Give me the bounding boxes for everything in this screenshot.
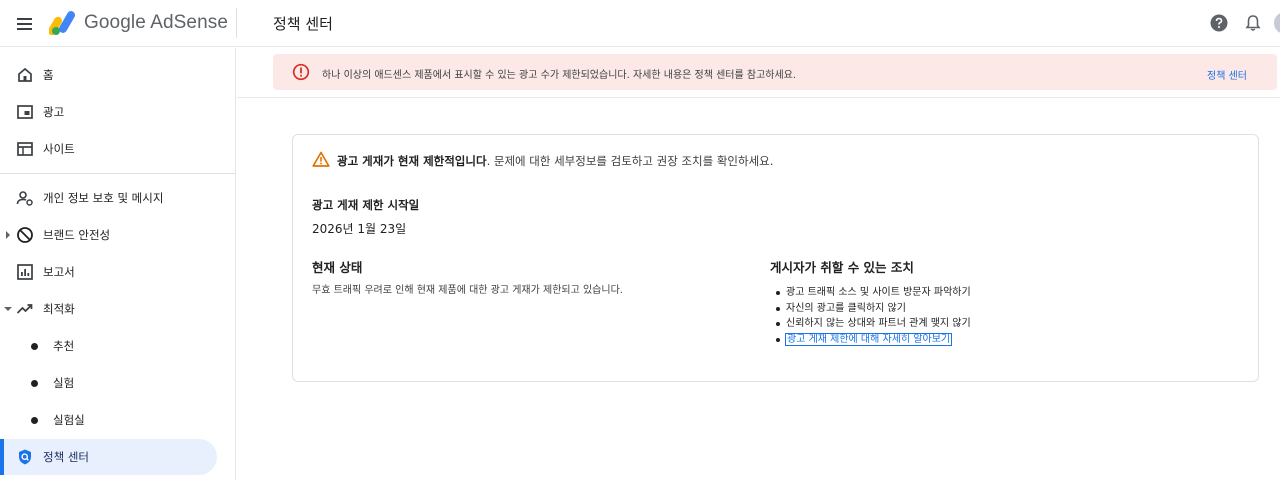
sidebar-item-ads[interactable]: 광고 — [0, 94, 217, 130]
restriction-start-date: 2026년 1월 23일 — [312, 222, 407, 236]
privacy-icon — [16, 191, 33, 206]
sidebar: 홈 광고 사이트 개인 정보 보호 및 메시지 브랜드 안전성 보고서 최적화 … — [0, 48, 236, 480]
sidebar-item-experiments[interactable]: 실험 — [0, 365, 217, 401]
sidebar-item-labs[interactable]: 실험실 — [0, 402, 217, 438]
expand-caret-icon[interactable] — [6, 231, 10, 239]
list-item: 광고 트래픽 소스 및 사이트 방문자 파악하기 — [776, 285, 971, 301]
publisher-actions-title: 게시자가 취할 수 있는 조치 — [770, 260, 914, 275]
restriction-start-label: 광고 게재 제한 시작일 — [312, 198, 420, 212]
block-icon — [17, 227, 33, 243]
list-item: 광고 게재 제한에 대해 자세히 알아보기 — [776, 332, 971, 348]
status-headline-rest: . 문제에 대한 세부정보를 검토하고 권장 조치를 확인하세요. — [486, 154, 774, 168]
sidebar-item-recommendations[interactable]: 추천 — [0, 328, 217, 364]
avatar[interactable] — [1274, 12, 1280, 34]
bullet-icon — [31, 343, 38, 350]
sites-icon — [17, 142, 33, 156]
home-icon — [18, 67, 32, 82]
menu-icon[interactable] — [13, 12, 37, 36]
alert-message: 하나 이상의 애드센스 제품에서 표시할 수 있는 광고 수가 제한되었습니다.… — [322, 70, 797, 81]
page-title: 정책 센터 — [273, 15, 333, 33]
publisher-actions-list: 광고 트래픽 소스 및 사이트 방문자 파악하기 자신의 광고를 클릭하지 않기… — [776, 285, 971, 348]
trending-icon — [16, 304, 33, 314]
policy-center-link[interactable]: 정책 센터 — [1207, 67, 1247, 82]
sidebar-item-label: 최적화 — [43, 302, 75, 316]
sidebar-item-brand-safety[interactable]: 브랜드 안전성 — [0, 217, 217, 253]
sidebar-item-label: 홈 — [43, 68, 54, 82]
bell-icon[interactable] — [1243, 13, 1263, 33]
sidebar-item-label: 추천 — [53, 339, 75, 353]
header-divider — [236, 8, 237, 38]
sidebar-item-privacy[interactable]: 개인 정보 보호 및 메시지 — [0, 180, 217, 216]
current-status-text: 무효 트래픽 우려로 인해 현재 제품에 대한 광고 게재가 제한되고 있습니다… — [312, 285, 623, 296]
error-icon — [292, 63, 310, 81]
learn-more-link[interactable]: 광고 게재 제한에 대해 자세히 알아보기 — [784, 332, 953, 346]
sidebar-divider — [0, 173, 236, 174]
shield-icon — [19, 449, 31, 465]
list-item: 신뢰하지 않는 상대와 파트너 관계 맺지 않기 — [776, 316, 971, 332]
reports-icon — [17, 264, 33, 280]
warning-icon — [312, 151, 330, 167]
help-icon[interactable] — [1209, 13, 1229, 33]
collapse-caret-icon[interactable] — [4, 307, 12, 311]
top-app-bar: Google AdSense 정책 센터 — [0, 0, 1280, 47]
sidebar-item-label: 실험 — [53, 376, 75, 390]
sidebar-item-reports[interactable]: 보고서 — [0, 254, 217, 290]
sidebar-item-label: 사이트 — [43, 142, 75, 156]
sidebar-item-sites[interactable]: 사이트 — [0, 131, 217, 167]
sidebar-item-label: 광고 — [43, 105, 65, 119]
adsense-logo-icon — [49, 11, 75, 36]
list-item: 자신의 광고를 클릭하지 않기 — [776, 301, 971, 317]
bullet-icon — [31, 417, 38, 424]
ads-icon — [17, 105, 33, 119]
sidebar-item-policy-center[interactable]: 정책 센터 — [0, 439, 217, 475]
sidebar-item-optimization[interactable]: 최적화 — [0, 291, 217, 327]
sidebar-item-label: 개인 정보 보호 및 메시지 — [43, 191, 164, 205]
alert-banner: 하나 이상의 애드센스 제품에서 표시할 수 있는 광고 수가 제한되었습니다.… — [273, 54, 1277, 90]
status-headline: 광고 게재가 현재 제한적입니다. 문제에 대한 세부정보를 검토하고 권장 조… — [337, 153, 773, 169]
bullet-icon — [31, 380, 38, 387]
status-headline-bold: 광고 게재가 현재 제한적입니다 — [337, 154, 487, 168]
content-divider — [237, 97, 1280, 98]
policy-status-card: 광고 게재가 현재 제한적입니다. 문제에 대한 세부정보를 검토하고 권장 조… — [292, 134, 1259, 382]
sidebar-item-label: 보고서 — [43, 265, 75, 279]
current-status-title: 현재 상태 — [312, 260, 363, 275]
app-name: Google AdSense — [84, 12, 229, 33]
sidebar-item-label: 정책 센터 — [43, 450, 89, 464]
sidebar-item-home[interactable]: 홈 — [0, 57, 217, 93]
sidebar-item-label: 실험실 — [53, 413, 85, 427]
sidebar-item-label: 브랜드 안전성 — [43, 228, 111, 242]
